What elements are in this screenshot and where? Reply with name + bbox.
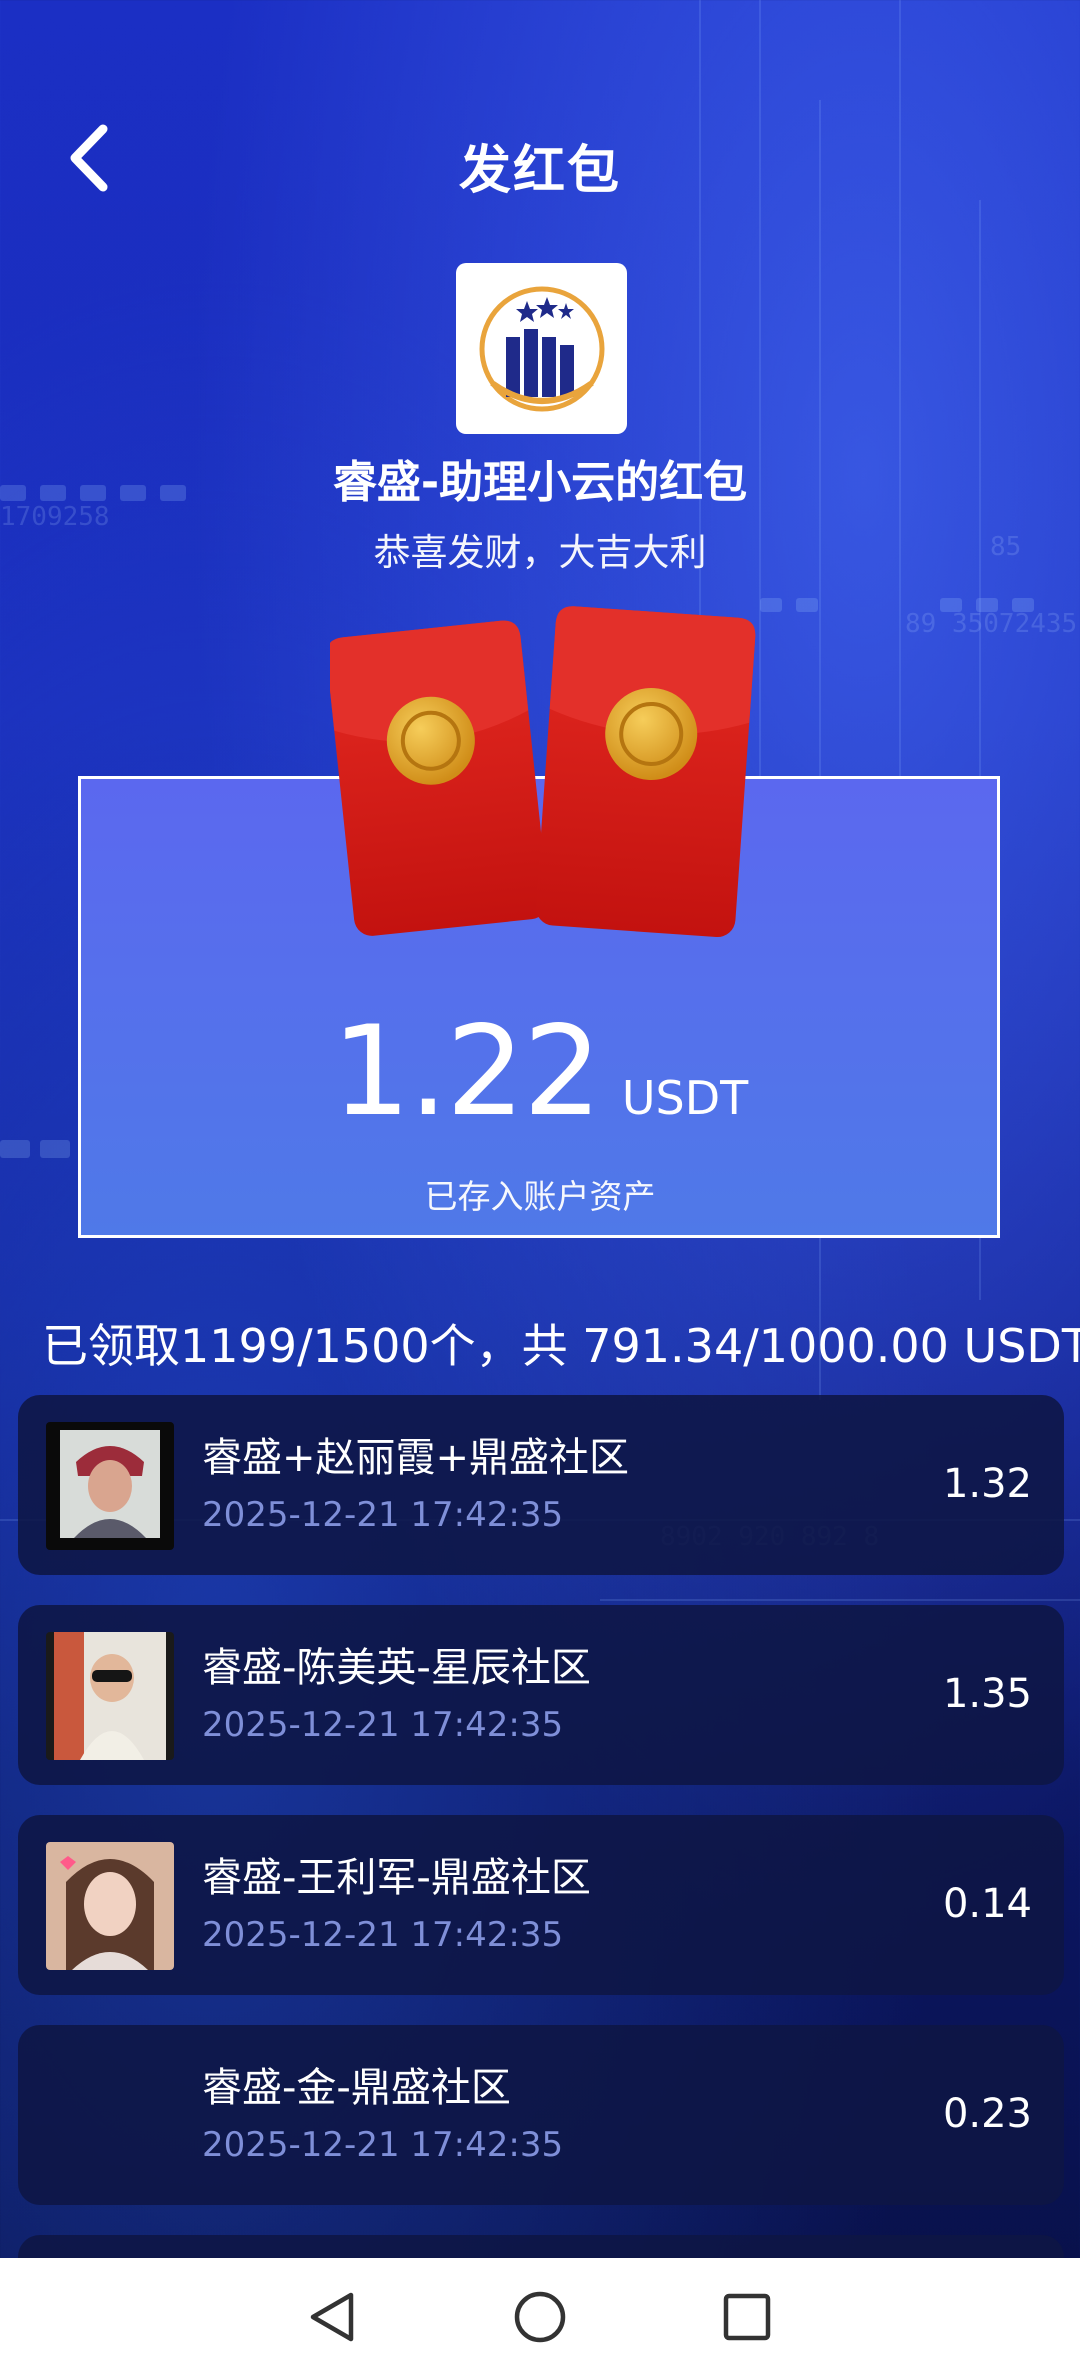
received-amount-row: 1.22 USDT bbox=[0, 1000, 1080, 1144]
avatar bbox=[46, 2052, 174, 2180]
avatar bbox=[46, 1632, 174, 1760]
list-item[interactable]: 睿盛-王利军-鼎盛社区 2025-12-21 17:42:35 0.14 bbox=[18, 1815, 1064, 1995]
deposit-note: 已存入账户资产 bbox=[424, 1177, 656, 1216]
claimant-name: 睿盛-陈美英-星辰社区 bbox=[202, 1645, 591, 1691]
avatar bbox=[46, 1422, 174, 1550]
top-bar: 发红包 bbox=[0, 110, 1080, 210]
received-unit: USDT bbox=[621, 1071, 749, 1125]
sender-logo bbox=[456, 263, 627, 434]
claim-time: 2025-12-21 17:42:35 bbox=[202, 1705, 564, 1745]
red-envelopes-icon bbox=[330, 606, 756, 938]
circle-home-icon bbox=[514, 2291, 566, 2343]
nav-back-button[interactable] bbox=[293, 2277, 373, 2357]
claim-amount: 1.32 bbox=[942, 1461, 1032, 1507]
nav-recents-button[interactable] bbox=[707, 2277, 787, 2357]
claimant-name: 睿盛-金-鼎盛社区 bbox=[202, 2065, 511, 2111]
nav-home-button[interactable] bbox=[500, 2277, 580, 2357]
claim-list: 睿盛+赵丽霞+鼎盛社区 2025-12-21 17:42:35 1.32 睿盛-… bbox=[18, 1395, 1064, 2235]
claimant-name: 睿盛-王利军-鼎盛社区 bbox=[202, 1855, 591, 1901]
ruisheng-logo-icon bbox=[479, 286, 604, 411]
page-title: 发红包 bbox=[458, 141, 621, 201]
list-item[interactable]: 睿盛+赵丽霞+鼎盛社区 2025-12-21 17:42:35 1.32 bbox=[18, 1395, 1064, 1575]
list-item[interactable]: 睿盛-金-鼎盛社区 2025-12-21 17:42:35 0.23 bbox=[18, 2025, 1064, 2205]
claim-summary: 已领取1199/1500个，共 791.34/1000.00 USDT bbox=[42, 1319, 1080, 1373]
claim-amount: 1.35 bbox=[942, 1671, 1032, 1717]
claim-time: 2025-12-21 17:42:35 bbox=[202, 1915, 564, 1955]
claim-time: 2025-12-21 17:42:35 bbox=[202, 2125, 564, 2165]
system-navigation-bar bbox=[0, 2258, 1080, 2376]
triangle-back-icon bbox=[311, 2292, 354, 2342]
claim-amount: 0.14 bbox=[942, 1881, 1032, 1927]
user-photo-icon bbox=[46, 1632, 174, 1760]
svg-text:89 35072435: 89 35072435 bbox=[905, 609, 1077, 639]
received-amount: 1.22 bbox=[331, 1000, 602, 1144]
claim-amount: 0.23 bbox=[942, 2091, 1032, 2137]
list-item[interactable]: 睿盛-陈美英-星辰社区 2025-12-21 17:42:35 1.35 bbox=[18, 1605, 1064, 1785]
greeting-text: 恭喜发财，大吉大利 bbox=[373, 531, 707, 574]
avatar bbox=[46, 1842, 174, 1970]
square-recents-icon bbox=[723, 2293, 770, 2341]
claim-time: 2025-12-21 17:42:35 bbox=[202, 1495, 564, 1535]
user-photo-icon bbox=[46, 1422, 174, 1550]
sender-name: 睿盛-助理小云的红包 bbox=[332, 457, 748, 508]
user-photo-icon bbox=[46, 1842, 174, 1970]
claimant-name: 睿盛+赵丽霞+鼎盛社区 bbox=[202, 1435, 630, 1481]
